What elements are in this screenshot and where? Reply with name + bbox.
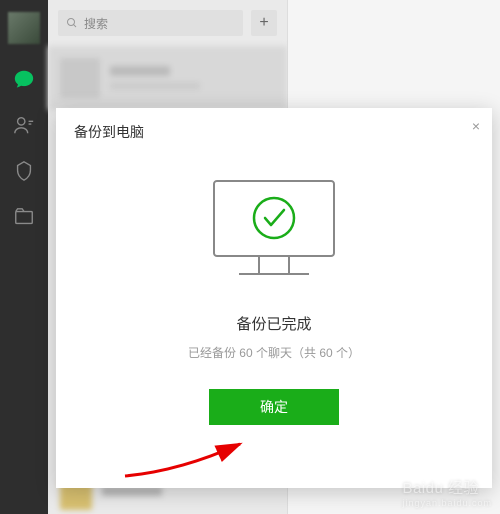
avatar[interactable] — [8, 12, 40, 44]
watermark: Baidu 经验 jingyan.baidu.com — [402, 477, 492, 508]
collect-icon[interactable] — [13, 160, 35, 182]
status-subtitle: 已经备份 60 个聊天（共 60 个） — [188, 344, 360, 361]
add-button[interactable]: + — [251, 10, 277, 36]
sidebar — [0, 0, 48, 514]
monitor-illustration — [199, 176, 349, 291]
search-input[interactable]: 搜索 — [58, 10, 243, 36]
search-placeholder: 搜索 — [84, 15, 108, 32]
search-icon — [66, 17, 78, 29]
contacts-icon[interactable] — [13, 114, 35, 136]
ok-button[interactable]: 确定 — [209, 389, 339, 425]
chat-icon[interactable] — [13, 68, 35, 90]
status-title: 备份已完成 — [236, 313, 311, 334]
ok-button-label: 确定 — [260, 397, 288, 417]
chat-list-item[interactable] — [48, 46, 287, 110]
modal-title: 备份到电脑 — [74, 124, 144, 140]
backup-modal: 备份到电脑 × 备份已完成 已经备份 60 个聊天（共 60 个） 确定 — [56, 108, 492, 488]
close-icon[interactable]: × — [472, 118, 480, 134]
files-icon[interactable] — [13, 206, 35, 228]
check-circle-icon — [254, 198, 294, 238]
